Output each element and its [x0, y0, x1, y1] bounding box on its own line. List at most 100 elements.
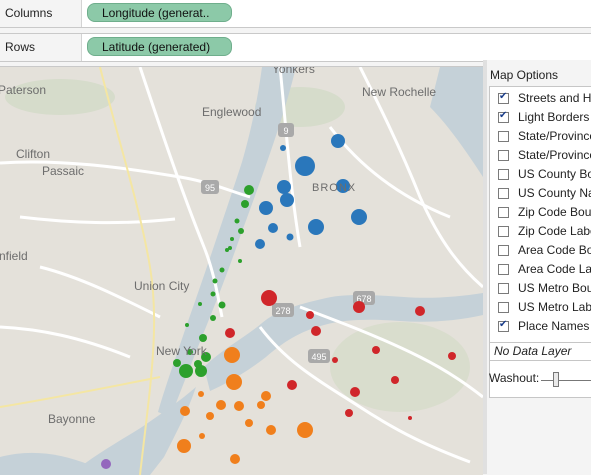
data-layer-select[interactable]: No Data Layer — [489, 342, 591, 361]
map-mark-green[interactable] — [219, 267, 225, 273]
map-mark-green[interactable] — [198, 302, 202, 306]
map-mark-orange[interactable] — [198, 391, 204, 397]
road-shield-9-text: 9 — [283, 126, 288, 136]
checkbox[interactable] — [498, 283, 509, 294]
map-mark-orange[interactable] — [177, 439, 191, 453]
map-mark-red[interactable] — [306, 311, 314, 319]
map-mark-green[interactable] — [238, 259, 242, 263]
map-mark-red[interactable] — [448, 352, 456, 360]
longitude-pill[interactable]: Longitude (generat.. — [87, 3, 232, 22]
map-mark-red[interactable] — [372, 346, 380, 354]
map-mark-green[interactable] — [210, 291, 216, 297]
checkbox[interactable] — [498, 302, 509, 313]
map-mark-blue[interactable] — [280, 193, 294, 207]
checkbox[interactable] — [498, 188, 509, 199]
map-mark-orange[interactable] — [226, 374, 242, 390]
map-mark-red[interactable] — [261, 290, 277, 306]
map-mark-blue[interactable] — [351, 209, 367, 225]
map-view[interactable]: 9 95 278 678 495 Yonkers Paterson New Ro… — [0, 66, 483, 475]
option-label: Area Code Bo — [518, 243, 591, 257]
label-nfield: nfield — [0, 249, 28, 263]
map-mark-orange[interactable] — [257, 401, 265, 409]
option-label: Streets and Hi — [518, 91, 591, 105]
checkbox[interactable] — [498, 245, 509, 256]
map-options-title: Map Options — [490, 68, 559, 82]
map-mark-green[interactable] — [244, 185, 254, 195]
option-label: US Metro Labe — [518, 300, 591, 314]
road-shield-95-text: 95 — [205, 183, 215, 193]
map-mark-orange[interactable] — [297, 422, 313, 438]
map-mark-red[interactable] — [287, 380, 297, 390]
label-bronx: BRONX — [312, 182, 357, 194]
checkbox[interactable] — [498, 131, 509, 142]
option-label: US County Na — [518, 186, 591, 200]
option-label: Place Names — [518, 319, 590, 333]
map-mark-orange[interactable] — [206, 412, 214, 420]
map-mark-blue[interactable] — [280, 145, 286, 151]
map-mark-purple[interactable] — [101, 459, 111, 469]
checkbox[interactable] — [498, 264, 509, 275]
map-mark-blue[interactable] — [259, 201, 273, 215]
map-mark-blue[interactable] — [308, 219, 324, 235]
map-mark-orange[interactable] — [180, 406, 190, 416]
latitude-pill[interactable]: Latitude (generated) — [87, 37, 232, 56]
map-mark-orange[interactable] — [216, 400, 226, 410]
rows-drop-area[interactable]: Latitude (generated) — [82, 34, 591, 61]
map-mark-blue[interactable] — [268, 223, 278, 233]
map-mark-red[interactable] — [311, 326, 321, 336]
map-mark-red[interactable] — [415, 306, 425, 316]
map-mark-green[interactable] — [199, 334, 207, 342]
washout-slider-track[interactable] — [541, 380, 591, 381]
checkbox[interactable] — [498, 169, 509, 180]
label-union-city: Union City — [134, 279, 190, 293]
map-mark-orange[interactable] — [266, 425, 276, 435]
map-mark-green[interactable] — [179, 364, 193, 378]
map-mark-red[interactable] — [408, 416, 412, 420]
columns-shelf: Columns Longitude (generat.. — [0, 0, 591, 28]
map-mark-red[interactable] — [391, 376, 399, 384]
columns-drop-area[interactable]: Longitude (generat.. — [82, 0, 591, 27]
map-mark-green[interactable] — [218, 301, 226, 309]
checkbox[interactable] — [498, 207, 509, 218]
map-mark-green[interactable] — [212, 278, 218, 284]
map-mark-green[interactable] — [185, 323, 189, 327]
label-new-york: New York — [156, 344, 207, 358]
map-mark-orange[interactable] — [199, 433, 205, 439]
map-mark-green[interactable] — [238, 228, 244, 234]
map-mark-green[interactable] — [230, 237, 234, 241]
road-shield-278-text: 278 — [275, 306, 290, 316]
map-mark-red[interactable] — [345, 409, 353, 417]
label-passaic: Passaic — [42, 164, 85, 178]
map-mark-blue[interactable] — [331, 134, 345, 148]
map-mark-green[interactable] — [195, 365, 207, 377]
washout-slider-thumb[interactable] — [553, 372, 559, 387]
map-mark-blue[interactable] — [255, 239, 265, 249]
checkbox[interactable] — [498, 150, 509, 161]
map-mark-green[interactable] — [234, 218, 240, 224]
map-mark-blue[interactable] — [277, 180, 291, 194]
checkbox-checked[interactable] — [498, 91, 509, 104]
map-mark-red[interactable] — [350, 387, 360, 397]
map-mark-orange[interactable] — [245, 419, 253, 427]
checkbox[interactable] — [498, 226, 509, 237]
label-yonkers: Yonkers — [272, 66, 315, 76]
map-mark-orange[interactable] — [234, 401, 244, 411]
map-mark-red[interactable] — [225, 328, 235, 338]
map-mark-blue[interactable] — [295, 156, 315, 176]
map-options-panel: Map Options Streets and Hi Light Borders… — [487, 60, 591, 474]
map-mark-red[interactable] — [353, 301, 365, 313]
option-label: US County Bo — [518, 167, 591, 181]
map-mark-orange[interactable] — [230, 454, 240, 464]
rows-shelf-label: Rows — [5, 40, 36, 54]
map-mark-green[interactable] — [210, 315, 216, 321]
checkbox-checked[interactable] — [498, 319, 509, 332]
label-bayonne: Bayonne — [48, 412, 96, 426]
map-mark-orange[interactable] — [224, 347, 240, 363]
map-mark-orange[interactable] — [261, 391, 271, 401]
map-mark-green[interactable] — [173, 359, 181, 367]
map-mark-blue[interactable] — [286, 233, 294, 241]
map-mark-red[interactable] — [332, 357, 338, 363]
map-mark-green[interactable] — [241, 200, 249, 208]
map-mark-green[interactable] — [225, 248, 229, 252]
checkbox-checked[interactable] — [498, 110, 509, 123]
